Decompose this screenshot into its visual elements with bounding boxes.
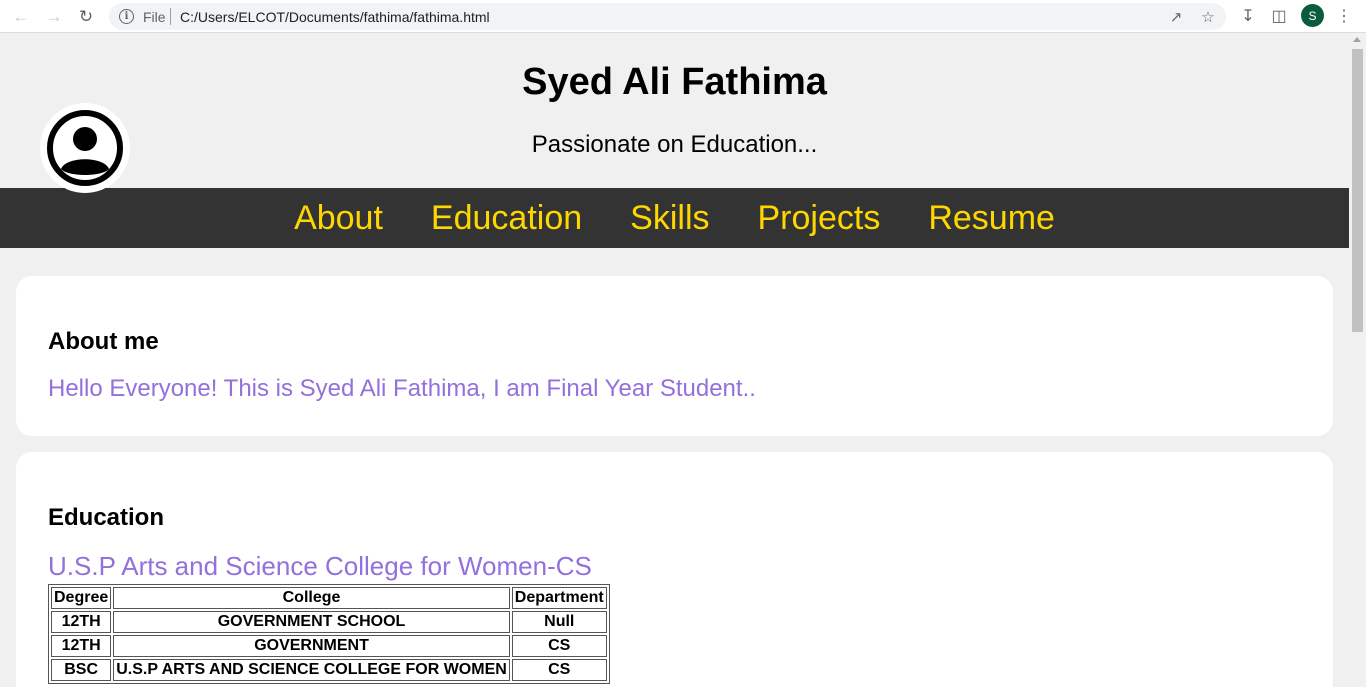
scrollbar-thumb[interactable] (1352, 49, 1363, 332)
menu-kebab-icon[interactable]: ⋮ (1333, 5, 1355, 27)
profile-avatar[interactable]: S (1301, 4, 1324, 27)
user-avatar-icon (47, 110, 123, 186)
table-cell-department: CS (511, 635, 607, 657)
table-cell-college: GOVERNMENT SCHOOL (113, 611, 510, 633)
about-text: Hello Everyone! This is Syed Ali Fathima… (48, 375, 756, 402)
address-bar[interactable]: i File C:/Users/ELCOT/Documents/fathima/… (109, 3, 1226, 30)
table-row: 12TH GOVERNMENT CS (51, 635, 607, 657)
nav-link-education[interactable]: Education (431, 199, 582, 238)
table-cell-department: Null (511, 611, 607, 633)
column-header-department: Department (511, 587, 607, 609)
file-label: File (143, 9, 166, 25)
education-heading: Education (48, 504, 165, 531)
nav-link-skills[interactable]: Skills (630, 199, 709, 238)
nav-link-projects[interactable]: Projects (758, 199, 881, 238)
table-row: 12TH GOVERNMENT SCHOOL Null (51, 611, 607, 633)
page-content: Syed Ali Fathima Passionate on Education… (0, 33, 1349, 687)
profile-picture (40, 103, 130, 193)
table-cell-degree: 12TH (51, 611, 112, 633)
table-header-row: Degree College Department (51, 587, 607, 609)
table-cell-degree: BSC (51, 659, 112, 681)
about-section: About me Hello Everyone! This is Syed Al… (16, 276, 1333, 436)
back-arrow-icon[interactable]: ← (11, 6, 31, 26)
nav-link-resume[interactable]: Resume (928, 199, 1055, 238)
table-cell-college: U.S.P ARTS AND SCIENCE COLLEGE FOR WOMEN (113, 659, 510, 681)
vertical-scrollbar[interactable] (1349, 33, 1366, 687)
info-icon[interactable]: i (119, 9, 134, 24)
side-panel-icon[interactable]: ◫ (1268, 5, 1290, 27)
table-cell-department: CS (511, 659, 607, 681)
table-cell-degree: 12TH (51, 635, 112, 657)
education-table: Degree College Department 12TH GOVERNMEN… (48, 584, 610, 684)
table-cell-college: GOVERNMENT (113, 635, 510, 657)
column-header-college: College (113, 587, 510, 609)
download-icon[interactable]: ↧ (1237, 5, 1259, 27)
address-separator (170, 8, 171, 25)
site-title: Syed Ali Fathima (522, 61, 827, 103)
bookmark-star-icon[interactable]: ☆ (1198, 7, 1218, 27)
url-text[interactable]: C:/Users/ELCOT/Documents/fathima/fathima… (180, 9, 490, 25)
site-tagline: Passionate on Education... (531, 131, 818, 158)
site-header: Syed Ali Fathima Passionate on Education… (0, 33, 1349, 193)
about-heading: About me (48, 328, 159, 355)
table-row: BSC U.S.P ARTS AND SCIENCE COLLEGE FOR W… (51, 659, 607, 681)
reload-icon[interactable]: ↻ (76, 6, 96, 26)
education-section: Education U.S.P Arts and Science College… (16, 452, 1333, 687)
scroll-up-arrow-icon[interactable] (1353, 37, 1361, 42)
nav-link-about[interactable]: About (294, 199, 383, 238)
share-icon[interactable]: ↗ (1166, 7, 1186, 27)
browser-toolbar: ← → ↻ i File C:/Users/ELCOT/Documents/fa… (0, 0, 1366, 33)
education-subtitle: U.S.P Arts and Science College for Women… (48, 551, 592, 581)
main-nav: About Education Skills Projects Resume (0, 188, 1349, 248)
forward-arrow-icon[interactable]: → (44, 6, 64, 26)
column-header-degree: Degree (51, 587, 112, 609)
